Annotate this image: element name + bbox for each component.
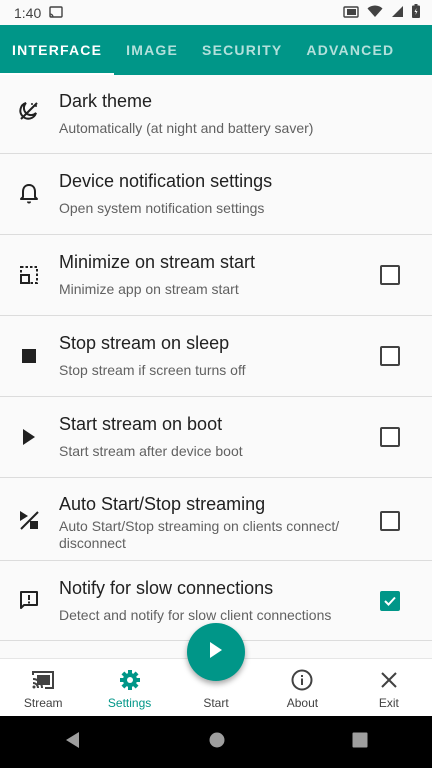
- setting-start-on-boot[interactable]: Start stream on boot Start stream after …: [0, 397, 432, 478]
- cast-connected-icon: [343, 5, 359, 21]
- auto-start-stop-icon: [18, 509, 40, 531]
- stop-icon: [18, 345, 40, 367]
- tab-advanced[interactable]: ADVANCED: [294, 25, 406, 75]
- setting-title: Auto Start/Stop streaming: [59, 494, 266, 514]
- setting-title: Stop stream on sleep: [59, 333, 230, 353]
- home-icon[interactable]: [209, 732, 225, 753]
- bell-icon: [18, 183, 40, 205]
- recents-icon[interactable]: [352, 732, 368, 753]
- stop-on-sleep-checkbox[interactable]: [380, 346, 400, 366]
- tab-security[interactable]: SECURITY: [190, 25, 294, 75]
- setting-title: Start stream on boot: [59, 414, 223, 434]
- setting-subtitle: Auto Start/Stop streaming on clients con…: [59, 518, 340, 551]
- setting-stop-on-sleep[interactable]: Stop stream on sleep Stop stream if scre…: [0, 316, 432, 397]
- nav-label: Settings: [107, 696, 152, 710]
- cast-icon: [31, 668, 55, 692]
- signal-icon: [391, 5, 404, 21]
- setting-subtitle: Minimize app on stream start: [59, 281, 239, 297]
- tab-image[interactable]: IMAGE: [114, 25, 190, 75]
- nav-stream[interactable]: Stream: [0, 659, 86, 717]
- nav-label: Exit: [378, 696, 399, 710]
- nav-label: Start: [203, 696, 229, 710]
- start-stream-fab[interactable]: [187, 623, 245, 681]
- setting-subtitle: Detect and notify for slow client connec…: [59, 607, 332, 623]
- start-on-boot-checkbox[interactable]: [380, 427, 400, 447]
- tab-interface[interactable]: INTERFACE: [0, 25, 115, 75]
- minimize-icon: [18, 264, 40, 286]
- alert-message-icon: [18, 589, 40, 611]
- play-icon: [18, 426, 40, 448]
- setting-subtitle: Start stream after device boot: [59, 443, 243, 459]
- wifi-icon: [367, 5, 383, 21]
- minimize-checkbox[interactable]: [380, 265, 400, 285]
- status-time: 1:40: [14, 4, 42, 21]
- settings-list: Dark theme Automatically (at night and b…: [0, 75, 432, 658]
- nav-label: Stream: [23, 696, 63, 710]
- status-bar: 1:40: [0, 0, 432, 25]
- notify-slow-checkbox[interactable]: [380, 591, 400, 611]
- gear-icon: [119, 668, 141, 692]
- auto-start-stop-checkbox[interactable]: [380, 511, 400, 531]
- setting-dark-theme[interactable]: Dark theme Automatically (at night and b…: [0, 75, 432, 154]
- setting-device-notification[interactable]: Device notification settings Open system…: [0, 154, 432, 235]
- setting-auto-start-stop[interactable]: Auto Start/Stop streaming Auto Start/Sto…: [0, 478, 432, 561]
- setting-minimize-on-start[interactable]: Minimize on stream start Minimize app on…: [0, 235, 432, 316]
- tab-bar: INTERFACE IMAGE SECURITY ADVANCED: [0, 25, 432, 75]
- close-icon: [380, 668, 398, 692]
- nav-exit[interactable]: Exit: [346, 659, 432, 717]
- setting-subtitle: Automatically (at night and battery save…: [59, 120, 314, 136]
- nav-label: About: [286, 696, 319, 710]
- system-navigation-bar: [0, 716, 432, 768]
- battery-icon: [412, 4, 420, 21]
- setting-title: Dark theme: [59, 91, 153, 111]
- cast-icon: [49, 5, 63, 21]
- setting-subtitle: Stop stream if screen turns off: [59, 362, 246, 378]
- setting-subtitle: Open system notification settings: [59, 200, 265, 216]
- setting-title: Device notification settings: [59, 171, 273, 191]
- nav-settings[interactable]: Settings: [86, 659, 172, 717]
- setting-title: Notify for slow connections: [59, 578, 274, 598]
- play-icon: [209, 641, 223, 663]
- back-icon[interactable]: [64, 731, 82, 754]
- nav-about[interactable]: About: [259, 659, 345, 717]
- dark-theme-icon: [18, 100, 40, 122]
- setting-title: Minimize on stream start: [59, 252, 256, 272]
- info-icon: [291, 668, 313, 692]
